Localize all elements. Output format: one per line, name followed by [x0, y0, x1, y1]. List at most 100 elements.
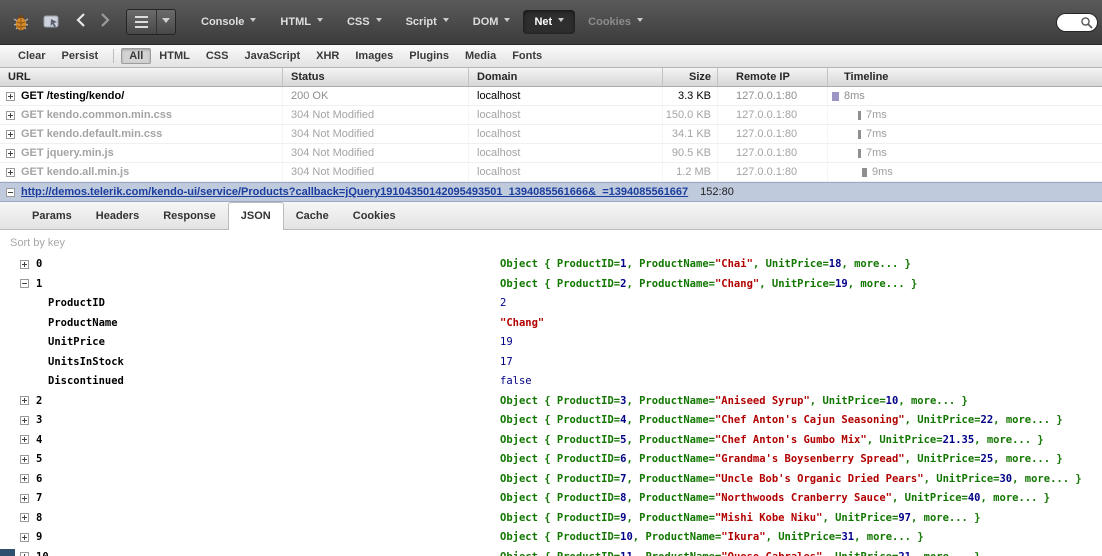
request-url-link[interactable]: http://demos.telerik.com/kendo-ui/servic… — [21, 186, 688, 198]
filter-media[interactable]: Media — [457, 48, 504, 64]
expand-icon[interactable] — [20, 552, 29, 556]
request-status: 200 OK — [283, 87, 469, 105]
filter-plugins[interactable]: Plugins — [401, 48, 457, 64]
search-input[interactable] — [1062, 16, 1080, 28]
panel-tab-label: CSS — [346, 16, 370, 28]
expand-icon[interactable] — [20, 279, 29, 288]
expand-icon[interactable] — [20, 513, 29, 522]
collapse-icon[interactable] — [6, 187, 15, 197]
filter-fonts[interactable]: Fonts — [504, 48, 550, 64]
filter-html[interactable]: HTML — [151, 48, 198, 64]
chevron-right-icon — [101, 12, 110, 27]
detail-tab-headers[interactable]: Headers — [84, 203, 151, 229]
panel-tab-net[interactable]: Net — [523, 10, 576, 34]
timeline-duration: 7ms — [866, 109, 887, 121]
request-detail-tabs: Params Headers Response JSON Cache Cookies — [0, 202, 1102, 230]
json-entry-row[interactable]: 0 Object { ProductID=1, ProductName="Cha… — [0, 255, 1102, 275]
detail-tab-cache[interactable]: Cache — [284, 203, 341, 229]
expand-icon[interactable] — [6, 110, 15, 120]
json-key: 8 — [36, 511, 43, 524]
expand-icon[interactable] — [20, 396, 29, 405]
expand-icon[interactable] — [20, 435, 29, 444]
chevron-left-icon — [76, 12, 85, 27]
json-entry-row[interactable]: 8 Object { ProductID=9, ProductName="Mis… — [0, 509, 1102, 529]
json-object-summary: Object { ProductID=7, ProductName="Uncle… — [500, 472, 1082, 485]
panel-tab-script[interactable]: Script — [395, 10, 460, 34]
json-key: 6 — [36, 472, 43, 485]
chevron-down-icon — [504, 18, 511, 25]
net-request-row[interactable]: GET kendo.default.min.css 304 Not Modifi… — [0, 125, 1102, 144]
panel-list-menu[interactable] — [126, 9, 176, 35]
filter-css[interactable]: CSS — [198, 48, 237, 64]
detail-tab-cookies[interactable]: Cookies — [341, 203, 408, 229]
menu-dropdown-button[interactable] — [157, 10, 175, 34]
panel-tab-console[interactable]: Console — [190, 10, 267, 34]
net-request-row[interactable]: GET kendo.common.min.css 304 Not Modifie… — [0, 106, 1102, 125]
detail-tab-params[interactable]: Params — [20, 203, 84, 229]
detail-tab-response[interactable]: Response — [151, 203, 228, 229]
expand-icon[interactable] — [20, 415, 29, 425]
expand-icon[interactable] — [6, 129, 15, 139]
filter-images[interactable]: Images — [347, 48, 401, 64]
firebug-menu-button[interactable] — [8, 9, 34, 35]
net-request-row[interactable]: GET kendo.all.min.js 304 Not Modified lo… — [0, 163, 1102, 182]
request-status: 304 Not Modified — [283, 125, 469, 143]
panel-tab-css[interactable]: CSS — [336, 10, 393, 34]
request-size: 90.5 KB — [663, 144, 718, 162]
expand-icon[interactable] — [20, 493, 29, 503]
hamburger-icon[interactable] — [127, 10, 157, 34]
detail-tab-json[interactable]: JSON — [227, 202, 284, 230]
json-key: 0 — [36, 258, 43, 270]
json-entry-row[interactable]: 2 Object { ProductID=3, ProductName="Ani… — [0, 392, 1102, 412]
expand-icon[interactable] — [20, 454, 29, 464]
json-entry-row[interactable]: 6 Object { ProductID=7, ProductName="Unc… — [0, 470, 1102, 490]
filter-xhr[interactable]: XHR — [308, 48, 347, 64]
persist-button[interactable]: Persist — [54, 48, 107, 64]
json-key: 3 — [36, 414, 43, 426]
filter-all[interactable]: All — [121, 48, 152, 64]
json-entry-row[interactable]: 3 Object { ProductID=4, ProductName="Che… — [0, 411, 1102, 431]
request-size: 3.3 KB — [663, 87, 718, 105]
partial-ui-fragment — [0, 549, 15, 556]
selected-request-row[interactable]: http://demos.telerik.com/kendo-ui/servic… — [0, 182, 1102, 202]
panel-tab-html[interactable]: HTML — [269, 10, 334, 34]
json-property-row: UnitPrice 19 — [0, 333, 1102, 353]
json-entry-row[interactable]: 5 Object { ProductID=6, ProductName="Gra… — [0, 450, 1102, 470]
json-entry-row[interactable]: 1 Object { ProductID=2, ProductName="Cha… — [0, 275, 1102, 295]
net-table-header: URL Status Domain Size Remote IP Timeline — [0, 68, 1102, 87]
json-entry-row[interactable]: 7 Object { ProductID=8, ProductName="Nor… — [0, 489, 1102, 509]
back-button[interactable] — [70, 11, 92, 34]
clear-button[interactable]: Clear — [10, 48, 54, 64]
panel-tab-dom[interactable]: DOM — [462, 10, 522, 34]
panel-tab-cookies[interactable]: Cookies — [577, 10, 654, 34]
request-timeline: 7ms — [828, 106, 1102, 124]
search-box[interactable] — [1056, 12, 1098, 32]
json-entry-row[interactable]: 4 Object { ProductID=5, ProductName="Che… — [0, 431, 1102, 451]
json-object-summary: Object { ProductID=5, ProductName="Chef … — [500, 433, 1044, 446]
json-key: 2 — [36, 394, 43, 407]
json-key: 7 — [36, 492, 43, 504]
json-property-value: 19 — [500, 336, 513, 348]
expand-icon[interactable] — [20, 474, 29, 483]
timeline-duration: 8ms — [844, 90, 865, 102]
request-remote-ip: 127.0.0.1:80 — [718, 144, 828, 162]
column-header: Status — [283, 68, 469, 86]
expand-icon[interactable] — [20, 532, 29, 542]
forward-button[interactable] — [94, 11, 116, 34]
expand-icon[interactable] — [6, 167, 15, 177]
filter-javascript[interactable]: JavaScript — [236, 48, 308, 64]
expand-icon[interactable] — [6, 91, 15, 101]
json-entry-row[interactable]: 9 Object { ProductID=10, ProductName="Ik… — [0, 528, 1102, 548]
request-status: 304 Not Modified — [283, 144, 469, 162]
request-domain: localhost — [469, 163, 663, 181]
inspect-element-button[interactable] — [40, 11, 64, 33]
expand-icon[interactable] — [20, 259, 29, 269]
expand-icon[interactable] — [6, 148, 15, 158]
net-request-list: GET /testing/kendo/ 200 OK localhost 3.3… — [0, 87, 1102, 182]
json-entry-row[interactable]: 10 Object { ProductID=11, ProductName="Q… — [0, 548, 1102, 556]
sort-by-key-option[interactable]: Sort by key — [0, 230, 1102, 255]
net-request-row[interactable]: GET /testing/kendo/ 200 OK localhost 3.3… — [0, 87, 1102, 106]
net-request-row[interactable]: GET jquery.min.js 304 Not Modified local… — [0, 144, 1102, 163]
toolbar-separator — [113, 49, 115, 63]
json-property-value: 2 — [500, 297, 507, 309]
